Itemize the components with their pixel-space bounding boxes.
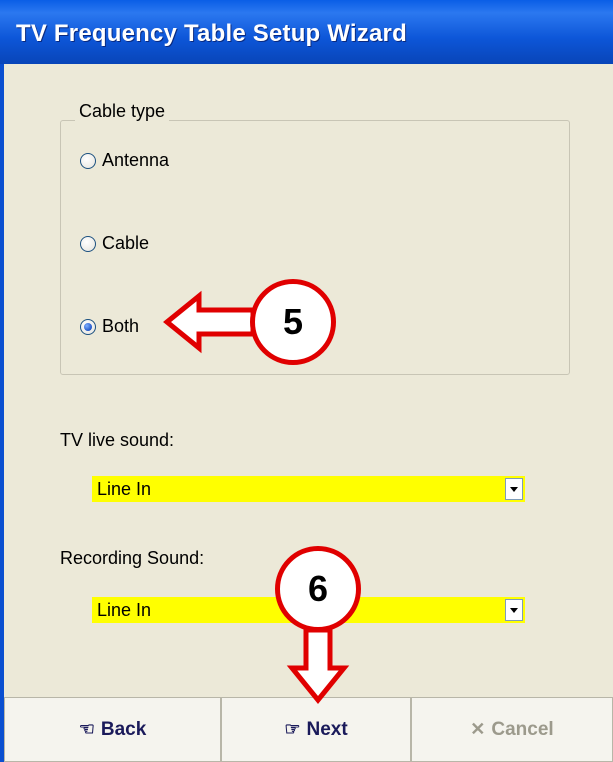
- live-sound-label: TV live sound:: [60, 430, 175, 450]
- cable-type-legend: Cable type: [75, 101, 170, 122]
- radio-both-button[interactable]: [80, 318, 96, 335]
- live-sound-value: Line In: [97, 479, 152, 499]
- annotation-arrow-6: [286, 627, 350, 704]
- recording-sound-dropdown-arrow-icon[interactable]: [505, 599, 523, 621]
- cancel-button-label: Cancel: [491, 718, 554, 740]
- live-sound-dropdown-arrow-icon[interactable]: [505, 478, 523, 500]
- annotation-badge-5: 5: [250, 279, 336, 365]
- back-hand-icon: ☜: [78, 719, 95, 739]
- next-hand-icon: ☞: [284, 719, 301, 739]
- annotation-arrow-5: [163, 290, 256, 354]
- radio-antenna[interactable]: Antenna: [80, 150, 169, 171]
- back-button-label: Back: [100, 718, 147, 740]
- recording-sound-value: Line In: [97, 600, 152, 620]
- radio-cable-button[interactable]: [80, 235, 96, 252]
- window-title: TV Frequency Table Setup Wizard: [16, 20, 407, 47]
- radio-both-label: Both: [102, 316, 140, 336]
- radio-cable-label: Cable: [102, 233, 150, 253]
- live-sound-dropdown[interactable]: Line In: [92, 476, 525, 502]
- cancel-button[interactable]: ✕ Cancel: [411, 697, 613, 762]
- back-button[interactable]: ☜ Back: [4, 697, 221, 762]
- title-bar: TV Frequency Table Setup Wizard: [0, 0, 613, 64]
- next-button-label: Next: [306, 718, 348, 740]
- radio-antenna-label: Antenna: [102, 150, 170, 170]
- radio-cable[interactable]: Cable: [80, 233, 149, 254]
- next-button[interactable]: ☞ Next: [221, 697, 411, 762]
- cancel-x-icon: ✕: [470, 719, 486, 739]
- annotation-badge-6: 6: [275, 546, 361, 632]
- radio-antenna-button[interactable]: [80, 152, 96, 169]
- radio-both[interactable]: Both: [80, 316, 139, 337]
- recording-sound-label: Recording Sound:: [60, 548, 205, 568]
